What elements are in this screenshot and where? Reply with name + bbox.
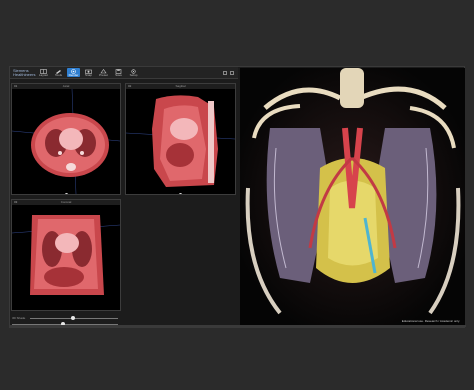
presets-button[interactable]: Preset	[97, 68, 110, 77]
anatomy-render-image	[240, 68, 465, 327]
save-button[interactable]: Save	[112, 68, 125, 77]
layout-button[interactable]: Layout	[37, 68, 50, 77]
cinematic-3d-render[interactable]: Educational use. Research / Academic onl…	[240, 68, 465, 327]
render-caption: Educational use. Research / Academic onl…	[401, 319, 460, 323]
sagittal-slice-handle[interactable]	[179, 193, 182, 194]
toolbar: Siemens Healthineers Layout Tools Render…	[10, 67, 238, 79]
layout-label: Layout	[38, 72, 48, 77]
viewer-app-window: Siemens Healthineers Layout Tools Render…	[9, 66, 466, 328]
render-button[interactable]: Render	[67, 68, 80, 77]
snapshot-label: Snap	[84, 72, 92, 77]
tools-label: Tools	[54, 72, 62, 77]
shade-slider-knob[interactable]	[71, 316, 75, 320]
maximize-icon[interactable]	[230, 70, 234, 75]
status-bar	[10, 325, 466, 327]
sagittal-viewport[interactable]: Sagittal 02	[125, 83, 236, 195]
app-logo: Siemens Healthineers	[13, 67, 36, 77]
snapshot-button[interactable]: Snap	[82, 68, 95, 77]
axial-ct-image	[12, 89, 120, 194]
minimize-icon[interactable]	[223, 70, 227, 75]
coronal-ct-image	[12, 215, 120, 295]
settings-label: Setup	[129, 72, 138, 77]
coronal-viewport[interactable]: Coronal 03	[11, 199, 121, 311]
sagittal-ct-image	[126, 95, 235, 187]
render-label: Render	[68, 72, 79, 77]
save-label: Save	[115, 72, 122, 77]
settings-button[interactable]: Setup	[127, 68, 140, 77]
shade-label: 3D Shade	[12, 316, 26, 320]
window-controls	[223, 70, 234, 75]
tools-button[interactable]: Tools	[52, 68, 65, 77]
presets-label: Preset	[99, 72, 108, 77]
axial-viewport[interactable]: Axial 01	[11, 83, 121, 195]
axial-slice-handle[interactable]	[65, 193, 68, 194]
